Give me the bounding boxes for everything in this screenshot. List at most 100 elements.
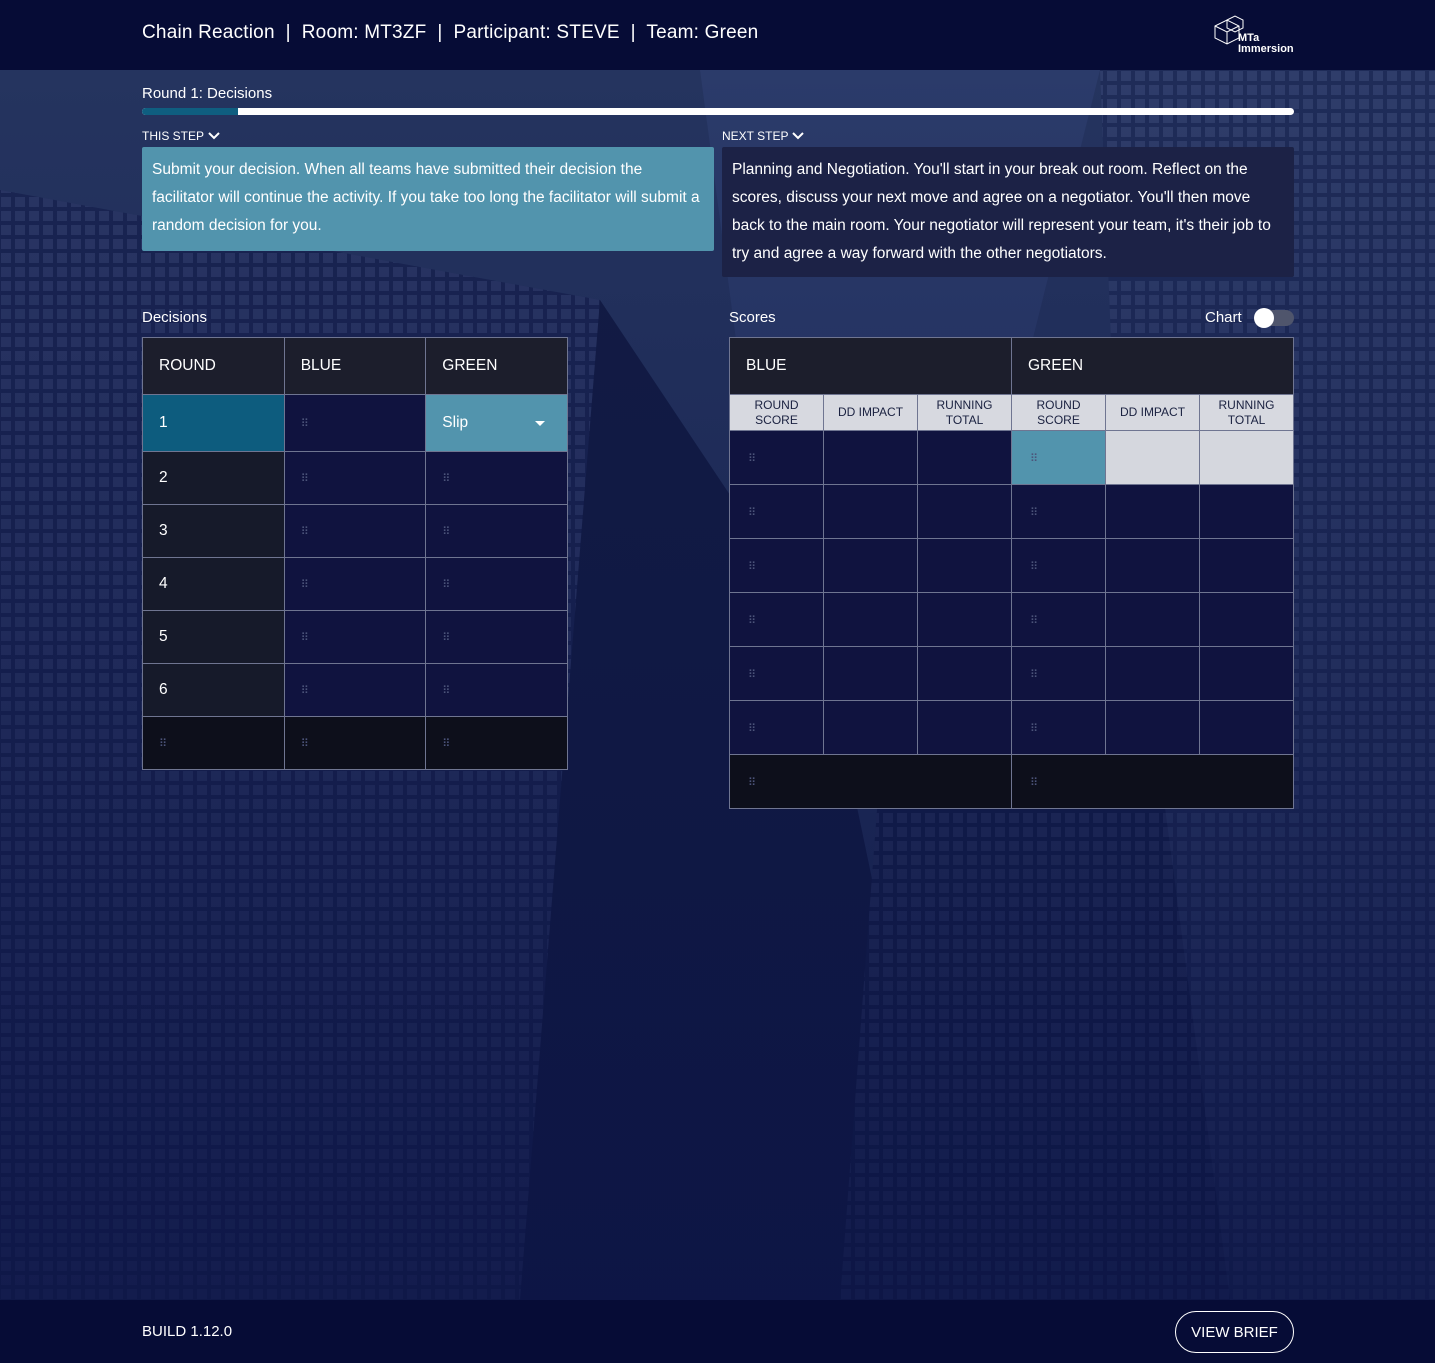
chevron-down-icon: [208, 132, 220, 140]
chart-toggle[interactable]: [1254, 308, 1294, 328]
round-title: Round 1: Decisions: [142, 85, 273, 102]
table-row: 3 ⠿ ⠿: [142, 504, 568, 558]
score-cell: [823, 430, 918, 485]
drag-handle-icon: ⠿: [300, 473, 309, 485]
drag-handle-icon: ⠿: [1030, 506, 1038, 519]
table-row: ⠿ ⠿: [729, 754, 1294, 809]
table-row: ⠿ ⠿: [729, 538, 1294, 593]
next-step-toggle[interactable]: NEXT STEP: [722, 129, 805, 143]
decisions-table: ROUND BLUE GREEN 1 ⠿ Slip 2 ⠿ ⠿ 3 ⠿ ⠿ 4 …: [142, 337, 568, 770]
score-cell: [917, 700, 1012, 755]
drag-handle-icon: ⠿: [300, 738, 309, 750]
subheader-round-score: ROUND SCORE: [729, 394, 824, 431]
drag-handle-icon: ⠿: [748, 506, 756, 519]
score-cell: [1105, 592, 1200, 647]
round-cell: 1: [142, 394, 285, 452]
score-cell: ⠿: [729, 430, 824, 485]
green-decision-select[interactable]: Slip: [425, 394, 568, 452]
chart-toggle-label: Chart: [1205, 309, 1242, 326]
build-version: BUILD 1.12.0: [142, 1323, 233, 1340]
score-cell: [823, 646, 918, 701]
col-header-round: ROUND: [142, 337, 285, 395]
chevron-down-icon: [792, 132, 805, 140]
score-cell: [823, 538, 918, 593]
this-step-text: Submit your decision. When all teams hav…: [142, 147, 714, 251]
drag-handle-icon: ⠿: [748, 722, 756, 735]
score-cell: ⠿: [1011, 592, 1106, 647]
decisions-title: Decisions: [142, 309, 208, 326]
score-cell: [1105, 538, 1200, 593]
green-decision-cell: ⠿: [425, 557, 568, 611]
this-step-toggle[interactable]: THIS STEP: [142, 129, 220, 143]
subheader-running-total: RUNNING TOTAL: [917, 394, 1012, 431]
score-cell: [1199, 430, 1294, 485]
score-cell: [823, 484, 918, 539]
drag-handle-icon: ⠿: [1030, 776, 1038, 789]
green-decision-cell: ⠿: [425, 451, 568, 505]
table-row: ⠿ ⠿: [729, 430, 1294, 485]
scores-table: BLUE GREEN ROUND SCORE DD IMPACT RUNNING…: [729, 337, 1294, 809]
drag-handle-icon: ⠿: [1030, 722, 1038, 735]
score-cell: [917, 484, 1012, 539]
green-decision-cell: ⠿: [425, 663, 568, 717]
drag-handle-icon: ⠿: [748, 614, 756, 627]
table-row: ⠿ ⠿ ⠿: [142, 716, 568, 770]
table-row: 6 ⠿ ⠿: [142, 663, 568, 717]
this-step-label: THIS STEP: [142, 129, 205, 143]
score-cell: [917, 538, 1012, 593]
drag-handle-icon: ⠿: [748, 668, 756, 681]
score-cell: ⠿: [729, 484, 824, 539]
table-row: ⠿ ⠿: [729, 592, 1294, 647]
score-cell: [1199, 484, 1294, 539]
drag-handle-icon: ⠿: [442, 632, 450, 644]
total-blue-cell: ⠿: [283, 716, 427, 770]
score-cell: ⠿: [729, 700, 824, 755]
decisions-header-row: ROUND BLUE GREEN: [142, 337, 568, 395]
score-cell: ⠿: [1011, 700, 1106, 755]
drag-handle-icon: ⠿: [442, 526, 450, 538]
drag-handle-icon: ⠿: [748, 452, 756, 465]
drag-handle-icon: ⠿: [300, 526, 309, 538]
score-cell: [1105, 700, 1200, 755]
score-cell: ⠿: [729, 538, 824, 593]
green-decision-cell: ⠿: [425, 610, 568, 664]
subheader-running-total: RUNNING TOTAL: [1199, 394, 1294, 431]
score-cell: ⠿: [1011, 538, 1106, 593]
total-green-cell: ⠿: [425, 716, 568, 770]
drag-handle-icon: ⠿: [748, 776, 756, 789]
drag-handle-icon: ⠿: [748, 560, 756, 573]
scores-subheader-row: ROUND SCORE DD IMPACT RUNNING TOTAL ROUN…: [729, 394, 1294, 431]
score-cell: [1199, 538, 1294, 593]
score-cell: [823, 700, 918, 755]
session-title: Chain Reaction | Room: MT3ZF | Participa…: [142, 22, 759, 43]
table-row: ⠿ ⠿: [729, 484, 1294, 539]
table-row: ⠿ ⠿: [729, 700, 1294, 755]
score-cell: [1199, 700, 1294, 755]
chart-toggle-knob: [1254, 308, 1274, 328]
score-cell: ⠿: [1011, 646, 1106, 701]
drag-handle-icon: ⠿: [442, 579, 450, 591]
score-cell: ⠿: [1011, 430, 1106, 485]
table-row: 5 ⠿ ⠿: [142, 610, 568, 664]
subheader-dd-impact: DD IMPACT: [823, 394, 918, 431]
view-brief-button[interactable]: VIEW BRIEF: [1175, 1311, 1294, 1353]
top-bar: Chain Reaction | Room: MT3ZF | Participa…: [0, 0, 1435, 70]
drag-handle-icon: ⠿: [442, 473, 450, 485]
table-row: ⠿ ⠿: [729, 646, 1294, 701]
score-cell: [823, 592, 918, 647]
drag-handle-icon: ⠿: [300, 685, 309, 697]
drag-handle-icon: ⠿: [1030, 668, 1038, 681]
table-row: 1 ⠿ Slip: [142, 394, 568, 452]
scores-team-header-row: BLUE GREEN: [729, 337, 1294, 395]
drag-handle-icon: ⠿: [159, 738, 167, 750]
col-header-green: GREEN: [425, 337, 568, 395]
subheader-dd-impact: DD IMPACT: [1105, 394, 1200, 431]
round-cell: 6: [142, 663, 285, 717]
next-step-text: Planning and Negotiation. You'll start i…: [722, 147, 1294, 277]
score-cell: ⠿: [729, 592, 824, 647]
green-decision-cell: ⠿: [425, 504, 568, 558]
caret-down-icon: [535, 421, 545, 426]
next-step-label: NEXT STEP: [722, 129, 789, 143]
team-header-blue: BLUE: [729, 337, 1012, 395]
drag-handle-icon: ⠿: [300, 579, 309, 591]
